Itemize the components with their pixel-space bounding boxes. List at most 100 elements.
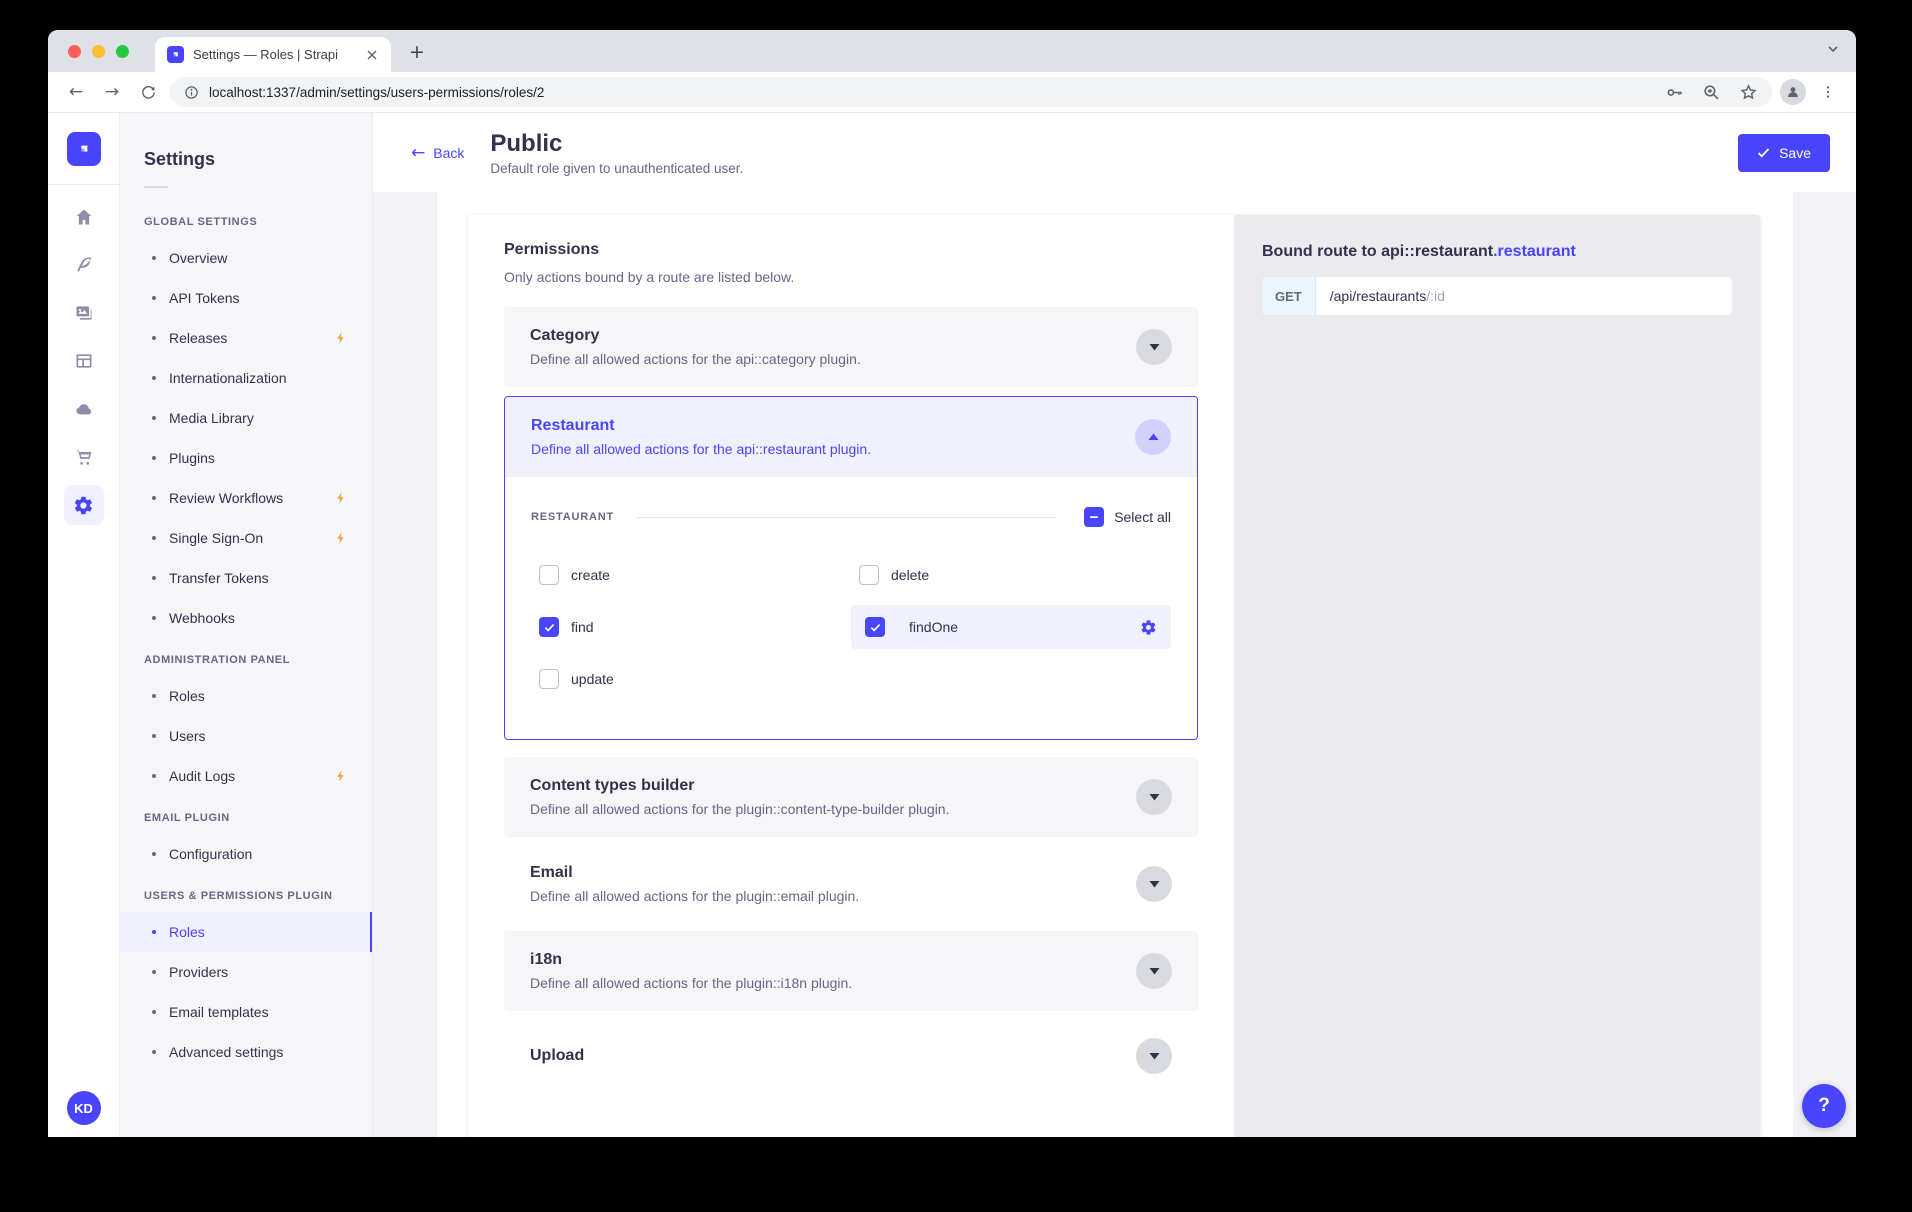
site-info-icon[interactable] (184, 85, 199, 100)
divider-line (636, 517, 1056, 518)
new-tab-button[interactable]: + (404, 39, 430, 65)
home-icon[interactable] (60, 193, 108, 241)
back-icon[interactable]: ← (62, 78, 90, 106)
zoom-window-button[interactable] (116, 45, 129, 58)
sidebar-item-admin-roles[interactable]: Roles (120, 676, 372, 716)
sidebar-item-label: Overview (169, 250, 227, 266)
main-nav-rail: KD (48, 113, 120, 1137)
bullet-icon (152, 774, 156, 778)
group-label: RESTAURANT (531, 511, 614, 523)
accordion-upload[interactable]: Upload (504, 1018, 1198, 1094)
chevron-down-icon[interactable] (1136, 953, 1172, 989)
select-all-label: Select all (1114, 509, 1171, 525)
chevron-down-icon[interactable] (1136, 1038, 1172, 1074)
settings-gear-icon[interactable] (60, 481, 108, 529)
page-subtitle: Default role given to unauthenticated us… (490, 161, 743, 176)
back-link[interactable]: ← Back (411, 143, 464, 163)
sidebar-item-audit-logs[interactable]: Audit Logs (120, 756, 372, 796)
marketplace-cart-icon[interactable] (60, 433, 108, 481)
accordion-content-types-builder[interactable]: Content types builder Define all allowed… (504, 757, 1198, 837)
sidebar-item-configuration[interactable]: Configuration (120, 834, 372, 874)
sidebar-item-advanced-settings[interactable]: Advanced settings (120, 1032, 372, 1072)
cloud-icon[interactable] (60, 385, 108, 433)
password-key-icon[interactable] (1665, 83, 1684, 102)
action-label: update (571, 671, 614, 687)
findone-checkbox[interactable] (865, 617, 885, 637)
sidebar-divider (144, 186, 168, 188)
update-checkbox[interactable] (539, 669, 559, 689)
sidebar-item-internationalization[interactable]: Internationalization (120, 358, 372, 398)
bullet-icon (152, 930, 156, 934)
accordion-description: Define all allowed actions for the api::… (530, 351, 861, 367)
accordion-restaurant-header[interactable]: Restaurant Define all allowed actions fo… (505, 397, 1197, 477)
close-window-button[interactable] (68, 45, 81, 58)
browser-tab[interactable]: Settings — Roles | Strapi (155, 37, 391, 72)
sidebar-item-label: Webhooks (169, 610, 235, 626)
bullet-icon (152, 576, 156, 580)
select-all-checkbox[interactable] (1084, 507, 1104, 527)
tab-close-icon[interactable] (363, 46, 381, 64)
chevron-down-icon[interactable] (1136, 866, 1172, 902)
sidebar-item-api-tokens[interactable]: API Tokens (120, 278, 372, 318)
sidebar-item-overview[interactable]: Overview (120, 238, 372, 278)
right-gutter (1793, 192, 1856, 1137)
save-button[interactable]: Save (1738, 134, 1830, 172)
accordion-title: i18n (530, 951, 852, 969)
action-create[interactable]: create (531, 551, 851, 599)
browser-profile-avatar[interactable] (1780, 79, 1806, 105)
sidebar-item-single-sign-on[interactable]: Single Sign-On (120, 518, 372, 558)
action-findone-selected[interactable]: findOne (851, 605, 1171, 649)
zoom-page-icon[interactable] (1702, 83, 1721, 102)
actions-grid: create delete find (531, 551, 1171, 703)
accordion-category[interactable]: Category Define all allowed actions for … (504, 307, 1198, 387)
help-button[interactable]: ? (1802, 1084, 1846, 1128)
bullet-icon (152, 1010, 156, 1014)
sidebar-item-up-roles[interactable]: Roles (120, 912, 372, 952)
chevron-down-icon[interactable] (1136, 779, 1172, 815)
delete-checkbox[interactable] (859, 565, 879, 585)
nav-list-users-permissions: Roles Providers Email templates Advanced… (120, 912, 372, 1072)
accordion-email[interactable]: Email Define all allowed actions for the… (504, 844, 1198, 924)
user-avatar[interactable]: KD (67, 1091, 101, 1125)
minimize-window-button[interactable] (92, 45, 105, 58)
accordion-title: Upload (530, 1047, 584, 1065)
content-manager-icon[interactable] (60, 337, 108, 385)
accordion-i18n[interactable]: i18n Define all allowed actions for the … (504, 931, 1198, 1011)
action-find[interactable]: find (531, 603, 851, 651)
chevron-down-icon[interactable] (1136, 329, 1172, 365)
strapi-logo[interactable] (48, 113, 119, 185)
sidebar-item-plugins[interactable]: Plugins (120, 438, 372, 478)
permissions-title: Permissions (504, 241, 1198, 259)
lightning-icon (334, 531, 348, 545)
sidebar-item-releases[interactable]: Releases (120, 318, 372, 358)
sidebar-item-users[interactable]: Users (120, 716, 372, 756)
bullet-icon (152, 734, 156, 738)
action-settings-gear-icon[interactable] (1140, 619, 1157, 636)
accordion-description: Define all allowed actions for the api::… (531, 441, 871, 457)
address-bar[interactable]: localhost:1337/admin/settings/users-perm… (170, 77, 1772, 107)
http-method-badge: GET (1262, 277, 1316, 315)
action-label: find (571, 619, 594, 635)
accordion-title: Content types builder (530, 777, 949, 795)
sidebar-item-email-templates[interactable]: Email templates (120, 992, 372, 1032)
bookmark-star-icon[interactable] (1739, 83, 1758, 102)
action-update[interactable]: update (531, 655, 851, 703)
tab-search-chevron-icon[interactable] (1826, 42, 1840, 56)
forward-icon[interactable]: → (98, 78, 126, 106)
chevron-up-icon[interactable] (1135, 419, 1171, 455)
url-text[interactable]: localhost:1337/admin/settings/users-perm… (209, 85, 1655, 100)
reload-icon[interactable] (134, 78, 162, 106)
bound-route-heading-main: Bound route to api::restaurant (1262, 243, 1493, 260)
find-checkbox[interactable] (539, 617, 559, 637)
sidebar-item-review-workflows[interactable]: Review Workflows (120, 478, 372, 518)
sidebar-item-providers[interactable]: Providers (120, 952, 372, 992)
create-checkbox[interactable] (539, 565, 559, 585)
action-delete[interactable]: delete (851, 551, 1171, 599)
sidebar-item-label: Releases (169, 330, 227, 346)
sidebar-item-transfer-tokens[interactable]: Transfer Tokens (120, 558, 372, 598)
sidebar-item-media-library[interactable]: Media Library (120, 398, 372, 438)
content-type-builder-icon[interactable] (60, 241, 108, 289)
sidebar-item-webhooks[interactable]: Webhooks (120, 598, 372, 638)
media-library-icon[interactable] (60, 289, 108, 337)
browser-menu-icon[interactable] (1814, 78, 1842, 106)
